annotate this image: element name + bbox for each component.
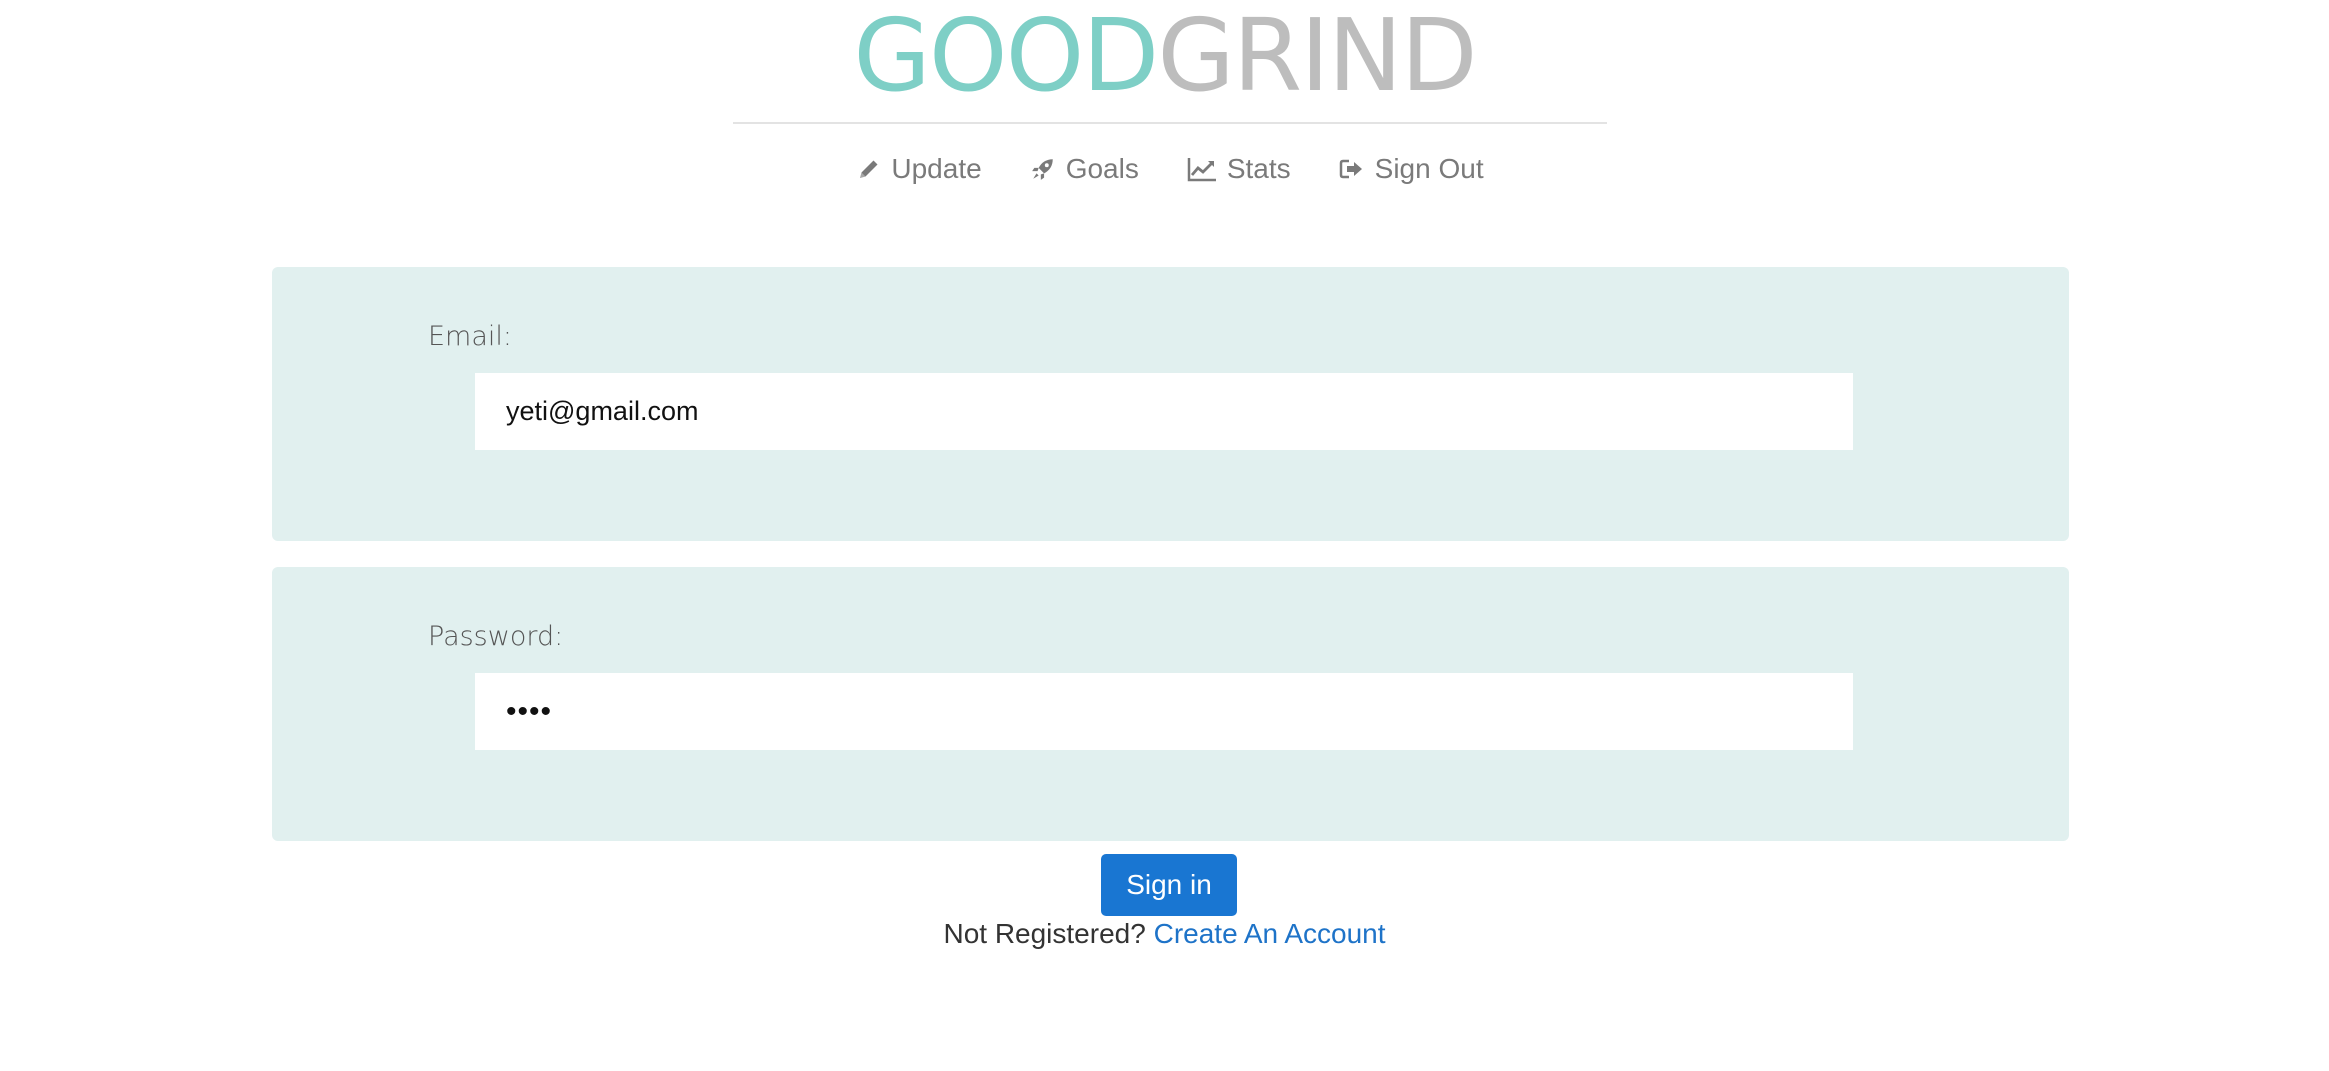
password-field[interactable] — [475, 673, 1853, 750]
nav-item-sign-out[interactable]: Sign Out — [1339, 153, 1484, 185]
email-panel: Email: — [272, 267, 2069, 541]
nav-item-label: Update — [891, 153, 982, 184]
brand-logo-grind: GRIND — [1157, 0, 1477, 114]
login-page: GOODGRIND Update Goals Stats Sign Out Em… — [0, 0, 2329, 1071]
main-nav: Update Goals Stats Sign Out — [0, 146, 2329, 192]
sign-out-icon — [1339, 157, 1365, 181]
password-label: Password: — [428, 621, 564, 652]
line-chart-icon — [1187, 156, 1217, 182]
create-account-link[interactable]: Create An Account — [1154, 918, 1386, 949]
nav-item-goals[interactable]: Goals — [1030, 153, 1139, 185]
register-prompt: Not Registered? Create An Account — [0, 918, 2329, 950]
email-field[interactable] — [475, 373, 1853, 450]
brand-logo-good: GOOD — [853, 0, 1159, 114]
nav-item-label: Sign Out — [1374, 153, 1484, 184]
nav-item-stats[interactable]: Stats — [1187, 153, 1291, 185]
header-divider — [733, 122, 1607, 124]
rocket-icon — [1030, 156, 1056, 182]
password-panel: Password: — [272, 567, 2069, 841]
register-prompt-text: Not Registered? — [943, 918, 1146, 949]
sign-in-button[interactable]: Sign in — [1101, 854, 1237, 916]
nav-item-label: Goals — [1065, 153, 1139, 184]
nav-item-label: Stats — [1226, 153, 1291, 184]
nav-item-update[interactable]: Update — [857, 153, 982, 185]
brand-logo[interactable]: GOODGRIND — [0, 0, 2329, 112]
pencil-icon — [857, 157, 881, 181]
email-label: Email: — [428, 321, 513, 352]
